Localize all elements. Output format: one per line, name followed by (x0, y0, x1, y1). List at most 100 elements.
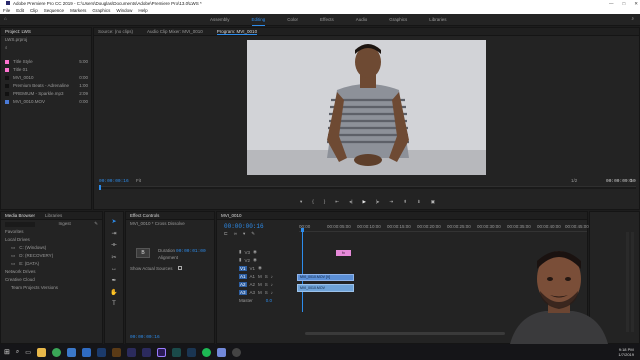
list-item[interactable]: PREMIUM - Sparkle.mp3 2:09 (1, 90, 91, 98)
settings-icon[interactable]: ⚙ (629, 178, 633, 184)
slip-tool-icon[interactable]: ↔ (111, 266, 117, 272)
tab-effect-controls[interactable]: Effect Controls (130, 212, 159, 219)
mail-icon[interactable] (81, 347, 91, 357)
search-icon[interactable]: ⌕ (631, 16, 634, 21)
solo-icon[interactable]: S (265, 282, 268, 287)
audition-icon[interactable] (171, 347, 181, 357)
maximize-button[interactable]: □ (623, 0, 626, 7)
playhead-marker[interactable] (99, 185, 101, 190)
fit-dropdown[interactable]: Fit (136, 178, 141, 183)
menu-graphics[interactable]: Graphics (92, 7, 110, 14)
premiere-icon[interactable] (156, 347, 166, 357)
obs-icon[interactable] (231, 347, 241, 357)
media-encoder-icon[interactable] (126, 347, 136, 357)
playhead-bar[interactable] (99, 185, 636, 190)
wrench-icon[interactable]: ✎ (94, 220, 98, 228)
play-icon[interactable]: ▶ (363, 199, 366, 205)
title-clip[interactable]: fx (336, 250, 351, 256)
mic-icon[interactable]: ♪ (271, 282, 273, 287)
task-view-icon[interactable]: ▭ (25, 349, 31, 356)
track-a2[interactable]: A2 A2 M S ♪ (229, 280, 297, 288)
workspace-editing[interactable]: Editing (251, 14, 266, 26)
close-button[interactable]: ✕ (634, 0, 638, 7)
mute-icon[interactable]: M (258, 282, 262, 287)
tab-program[interactable]: Program: MVI_0010 (216, 28, 258, 35)
illustrator-icon[interactable] (111, 347, 121, 357)
snap-icon[interactable]: ⊏ (224, 231, 228, 237)
track-v2[interactable]: ▮ V2 ◉ (229, 256, 297, 264)
search-icon[interactable]: ⌕ (16, 349, 19, 356)
lock-icon[interactable]: A1 (239, 273, 247, 279)
list-item[interactable]: MVI_0010 0:00 (1, 74, 91, 82)
list-item[interactable]: Title 01 (1, 66, 91, 74)
drive-d[interactable]: ▭ D: (RECOVERY) (1, 252, 102, 260)
solo-icon[interactable]: S (265, 274, 268, 279)
track-a1[interactable]: A1 A1 M S ♪ (229, 272, 297, 280)
creative-cloud-item[interactable]: Creative Cloud (1, 276, 102, 284)
chrome-icon[interactable] (51, 347, 61, 357)
menu-edit[interactable]: Edit (16, 7, 24, 14)
tab-media-browser[interactable]: Media Browser (5, 212, 35, 219)
track-a3[interactable]: A3 A3 M S ♪ (229, 288, 297, 296)
windows-start-icon[interactable]: ⊞ (4, 348, 10, 356)
quality-dropdown[interactable]: 1/2 (571, 178, 577, 183)
workspace-color[interactable]: Color (287, 14, 298, 26)
duration-value[interactable]: 00:00:01:00 (176, 248, 206, 254)
minimize-button[interactable]: — (609, 0, 614, 7)
step-forward-icon[interactable]: |▸ (376, 199, 379, 205)
track-select-icon[interactable]: ⇥ (111, 230, 116, 237)
transition-preview[interactable]: B (136, 248, 150, 258)
mic-icon[interactable]: ♪ (271, 274, 273, 279)
menu-markers[interactable]: Markers (70, 7, 86, 14)
timeline-scrollbar[interactable] (305, 332, 505, 335)
spotify-icon[interactable] (201, 347, 211, 357)
browser-nav-dropdown[interactable] (5, 221, 35, 227)
go-to-out-icon[interactable]: ⇥ (389, 199, 393, 205)
mark-in-icon[interactable]: { (312, 199, 314, 205)
photoshop-icon[interactable] (96, 347, 106, 357)
tab-timeline-sequence[interactable]: MVI_0010 (221, 212, 242, 219)
program-timecode-left[interactable]: 00:00:00:16 (99, 178, 129, 184)
lock-icon[interactable]: ▮ (239, 249, 241, 255)
tab-source[interactable]: Source: (no clips) (98, 28, 133, 35)
workspace-assembly[interactable]: Assembly (210, 14, 230, 26)
lock-icon[interactable]: V1 (239, 265, 247, 271)
extract-icon[interactable]: ⇟ (417, 199, 421, 205)
ingest-checkbox[interactable]: Ingest (58, 220, 70, 228)
eye-icon[interactable]: ◉ (253, 249, 257, 255)
local-drives-item[interactable]: Local Drives (1, 236, 102, 244)
lock-icon[interactable]: A2 (239, 281, 247, 287)
favorites-item[interactable]: Favorites (1, 228, 102, 236)
pen-tool-icon[interactable]: ✒ (111, 277, 116, 284)
alignment-dropdown[interactable]: Alignment (158, 255, 178, 260)
drive-c[interactable]: ▭ C: (Windows) (1, 244, 102, 252)
tab-libraries[interactable]: Libraries (45, 212, 62, 219)
track-v3[interactable]: ▮ V3 ◉ (229, 248, 297, 256)
menu-sequence[interactable]: Sequence (44, 7, 64, 14)
wrench-icon[interactable]: ✎ (251, 231, 255, 237)
drive-e[interactable]: ▭ E: (DATA) (1, 260, 102, 268)
selection-tool-icon[interactable]: ➤ (111, 218, 116, 225)
explorer-icon[interactable] (36, 347, 46, 357)
show-actual-checkbox[interactable] (178, 266, 182, 270)
list-item[interactable]: MVI_0010.MOV 0:00 (1, 98, 91, 106)
track-v1[interactable]: V1 V1 ◉ (229, 264, 297, 272)
after-effects-icon[interactable] (141, 347, 151, 357)
list-item[interactable]: Premium Beats - Adrenaline 1:00 (1, 82, 91, 90)
effect-controls-timecode[interactable]: 00:00:00:16 (130, 334, 160, 340)
lightroom-icon[interactable] (186, 347, 196, 357)
eye-icon[interactable]: ◉ (253, 257, 257, 263)
workspace-effects[interactable]: Effects (320, 14, 334, 26)
type-tool-icon[interactable]: T (112, 301, 116, 307)
audio-clip[interactable]: MVI_0010.MOV (297, 284, 354, 292)
store-icon[interactable] (66, 347, 76, 357)
discord-icon[interactable] (216, 347, 226, 357)
menu-file[interactable]: File (3, 7, 10, 14)
tab-audio-clip-mixer[interactable]: Audio Clip Mixer: MVI_0010 (147, 28, 203, 35)
go-to-in-icon[interactable]: ⇤ (335, 199, 339, 205)
home-icon[interactable]: ⌂ (4, 16, 7, 21)
mark-out-icon[interactable]: } (324, 199, 326, 205)
list-item[interactable]: Title Style 5:00 (1, 58, 91, 66)
ripple-edit-icon[interactable]: ⟛ (111, 242, 116, 249)
export-frame-icon[interactable]: ▣ (431, 199, 435, 205)
